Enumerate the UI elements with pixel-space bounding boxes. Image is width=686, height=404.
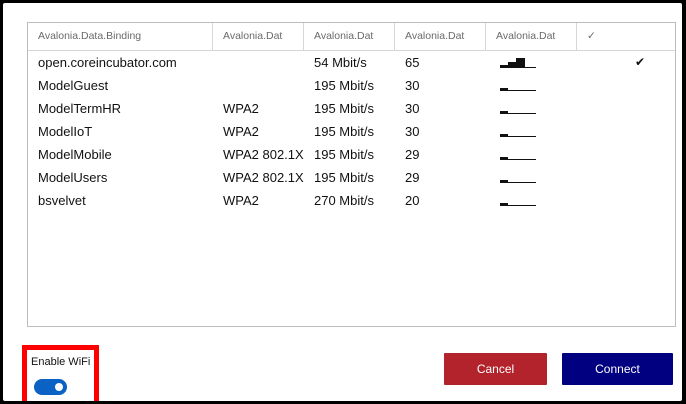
link-speed: 270 Mbit/s: [314, 193, 374, 208]
signal-strength: 30: [405, 124, 420, 139]
link-speed: 195 Mbit/s: [314, 124, 374, 139]
signal-bar-icon: [500, 126, 536, 138]
column-header-strength[interactable]: Avalonia.Dat: [395, 23, 486, 50]
signal-bar-icon: [500, 57, 536, 69]
enable-wifi-label: Enable WiFi: [31, 356, 91, 368]
signal-strength: 29: [405, 147, 420, 162]
network-grid: Avalonia.Data.Binding Avalonia.Dat Avalo…: [27, 22, 676, 327]
network-name: open.coreincubator.com: [38, 55, 177, 70]
connected-check-icon: [625, 120, 635, 143]
table-row[interactable]: bsvelvet WPA2 270 Mbit/s 20: [28, 189, 675, 212]
signal-bar-icon: [500, 195, 536, 207]
connected-check-icon: [625, 143, 635, 166]
network-name: ModelMobile: [38, 147, 112, 162]
network-name: ModelIoT: [38, 124, 93, 139]
link-speed: 195 Mbit/s: [314, 101, 374, 116]
signal-strength: 65: [405, 55, 420, 70]
security-type: WPA2: [223, 193, 259, 208]
security-type: [213, 74, 304, 97]
cancel-button[interactable]: Cancel: [444, 353, 547, 385]
connected-check-icon: [625, 189, 635, 212]
signal-bar-icon: [500, 103, 536, 115]
connected-check-icon: [625, 166, 635, 189]
column-header-connected[interactable]: ✓: [577, 23, 675, 50]
column-header-name[interactable]: Avalonia.Data.Binding: [28, 23, 213, 50]
security-type: WPA2 802.1X: [223, 170, 304, 185]
table-row[interactable]: ModelGuest 195 Mbit/s 30: [28, 74, 675, 97]
column-header-security[interactable]: Avalonia.Dat: [213, 23, 304, 50]
wifi-dialog: Avalonia.Data.Binding Avalonia.Dat Avalo…: [3, 3, 682, 401]
table-row[interactable]: ModelIoT WPA2 195 Mbit/s 30: [28, 120, 675, 143]
column-header-signal[interactable]: Avalonia.Dat: [486, 23, 577, 50]
security-type: WPA2: [223, 101, 259, 116]
connect-button[interactable]: Connect: [562, 353, 673, 385]
table-row[interactable]: ModelMobile WPA2 802.1X 195 Mbit/s 29: [28, 143, 675, 166]
connected-check-icon: [625, 97, 635, 120]
link-speed: 54 Mbit/s: [314, 55, 367, 70]
network-name: ModelUsers: [38, 170, 108, 185]
link-speed: 195 Mbit/s: [314, 147, 374, 162]
enable-wifi-toggle[interactable]: [34, 379, 67, 395]
security-type: [213, 51, 304, 74]
connected-check-icon: [625, 74, 635, 97]
column-header-speed[interactable]: Avalonia.Dat: [304, 23, 395, 50]
security-type: WPA2 802.1X: [223, 147, 304, 162]
toggle-knob: [55, 383, 63, 391]
signal-bar-icon: [500, 172, 536, 184]
network-name: bsvelvet: [38, 193, 86, 208]
table-row[interactable]: ModelTermHR WPA2 195 Mbit/s 30: [28, 97, 675, 120]
signal-strength: 29: [405, 170, 420, 185]
signal-bar-icon: [500, 149, 536, 161]
signal-strength: 20: [405, 193, 420, 208]
connected-check-icon: ✔: [635, 55, 646, 69]
signal-strength: 30: [405, 101, 420, 116]
network-name: ModelTermHR: [38, 101, 122, 116]
link-speed: 195 Mbit/s: [314, 78, 374, 93]
table-row[interactable]: ModelUsers WPA2 802.1X 195 Mbit/s 29: [28, 166, 675, 189]
enable-wifi-highlight: Enable WiFi: [22, 345, 99, 401]
signal-strength: 30: [405, 78, 420, 93]
link-speed: 195 Mbit/s: [314, 170, 374, 185]
table-row[interactable]: open.coreincubator.com 54 Mbit/s 65 ✔: [28, 51, 675, 74]
network-name: ModelGuest: [38, 78, 109, 93]
grid-header: Avalonia.Data.Binding Avalonia.Dat Avalo…: [28, 23, 675, 51]
security-type: WPA2: [223, 124, 259, 139]
signal-bar-icon: [500, 80, 536, 92]
